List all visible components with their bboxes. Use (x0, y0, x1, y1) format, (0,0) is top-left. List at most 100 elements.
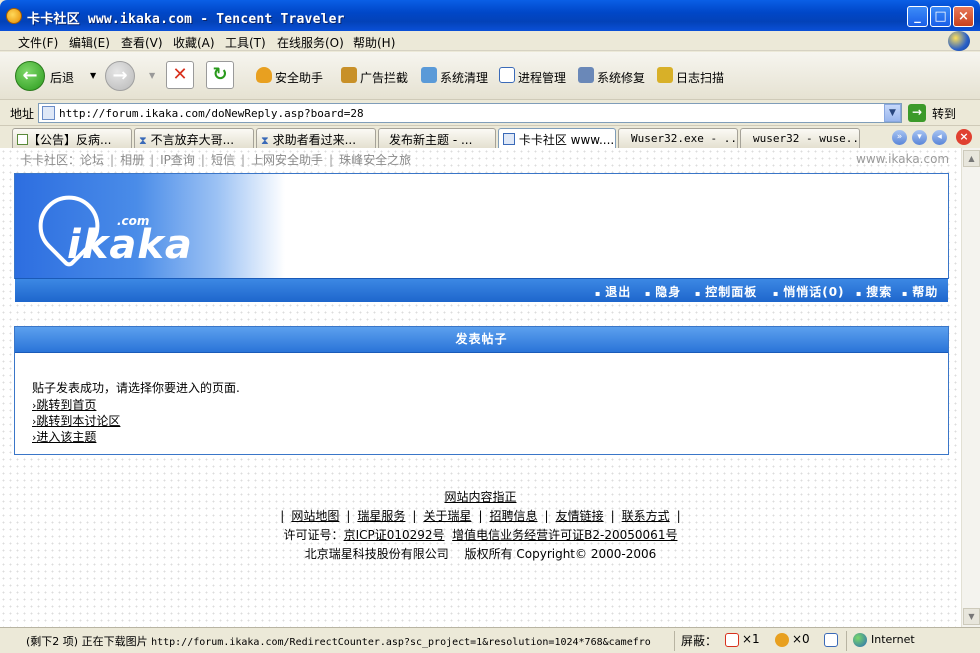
link-topic[interactable]: 进入该主题 (32, 428, 96, 445)
tab-pin-icon[interactable]: ◂ (932, 130, 947, 145)
stop-icon[interactable]: ✕ (166, 61, 194, 89)
tab-wuser32[interactable]: wuser32 - wuse... (740, 128, 860, 148)
ad-block-count: ×0 (792, 632, 810, 646)
maximize-button[interactable]: □ (930, 6, 951, 27)
tab-scroll-icon[interactable]: » (892, 130, 907, 145)
footer-content-feedback[interactable]: 网站内容指正 (444, 490, 516, 504)
address-input[interactable]: http://forum.ikaka.com/doNewReply.asp?bo… (38, 103, 902, 123)
tab-wuser32-exe[interactable]: Wuser32.exe - ... (618, 128, 738, 148)
system-clean-icon (421, 67, 437, 83)
link-home[interactable]: 跳转到首页 (32, 396, 96, 413)
topnav-security-assistant[interactable]: 上网安全助手 (251, 153, 323, 167)
topnav-forum[interactable]: 卡卡社区：论坛 (20, 153, 104, 167)
success-message: 贴子发表成功，请选择你要进入的页面. (32, 381, 240, 395)
popup-block-icon[interactable] (725, 633, 739, 647)
vertical-scrollbar[interactable]: ▲ ▼ (961, 148, 980, 627)
divider: | (200, 153, 205, 167)
log-scan-button[interactable]: 日志扫描 (676, 69, 724, 86)
system-clean-button[interactable]: 系统清理 (440, 69, 488, 86)
topnav-album[interactable]: 相册 (120, 153, 144, 167)
topnav-everest-tour[interactable]: 珠峰安全之旅 (339, 153, 411, 167)
tab-never-give-up[interactable]: ⧗ 不言放弃大哥... (134, 128, 254, 148)
ad-block-status-icon[interactable] (775, 633, 789, 647)
logo-suffix: .com (117, 214, 150, 228)
footer-about[interactable]: 关于瑞星 (423, 509, 471, 523)
back-button-label[interactable]: 后退 (50, 69, 74, 86)
forward-dropdown-icon[interactable]: ▼ (149, 71, 155, 80)
browser-logo-icon (948, 31, 970, 51)
go-arrow-icon[interactable]: → (908, 104, 926, 122)
close-tab-icon[interactable]: × (956, 129, 972, 145)
tab-announcement[interactable]: 【公告】反病... (12, 128, 132, 148)
minimize-button[interactable]: _ (907, 6, 928, 27)
back-arrow-icon[interactable]: ← (15, 61, 45, 91)
menu-file[interactable]: 文件(F) (18, 34, 58, 51)
forum-nav-bar: 退出 隐身 控制面板 悄悄话(0) 搜索 帮助 (15, 278, 948, 302)
divider: | (240, 153, 246, 167)
toolbar: ← 后退 ▼ → ▼ ✕ ↻ 安全助手 广告拦截 系统清理 进程管理 系统修复 … (0, 52, 980, 100)
footer-rising-service[interactable]: 瑞星服务 (357, 509, 405, 523)
nav-private-messages[interactable]: 悄悄话(0) (773, 283, 845, 300)
go-button[interactable]: 转到 (932, 105, 956, 122)
ad-block-button[interactable]: 广告拦截 (360, 69, 408, 86)
status-bar: (剩下2 项) 正在下载图片 http://forum.ikaka.com/Re… (0, 627, 980, 653)
system-repair-button[interactable]: 系统修复 (597, 69, 645, 86)
tab-new-topic[interactable]: 发布新主题 - ... (378, 128, 496, 148)
status-text: (剩下2 项) 正在下载图片 (26, 635, 148, 648)
divider (674, 631, 675, 651)
menu-favorites[interactable]: 收藏(A) (173, 34, 215, 51)
footer-contact[interactable]: 联系方式 (622, 509, 670, 523)
ad-status-icon[interactable] (824, 633, 838, 647)
site-url[interactable]: www.ikaka.com (856, 152, 949, 166)
nav-control-panel[interactable]: 控制面板 (695, 283, 757, 300)
divider: | (280, 509, 285, 523)
footer-friend-links[interactable]: 友情链接 (556, 509, 604, 523)
tab-list-icon[interactable]: ▾ (912, 130, 927, 145)
shield-icon (256, 67, 272, 83)
status-message: (剩下2 项) 正在下载图片 http://forum.ikaka.com/Re… (26, 633, 672, 649)
block-label: 屏蔽： (681, 634, 718, 648)
security-assistant-button[interactable]: 安全助手 (275, 69, 323, 86)
address-dropdown-icon[interactable]: ▼ (884, 104, 901, 122)
icp-license-link[interactable]: 京ICP证010292号 (344, 528, 445, 542)
process-manager-icon (499, 67, 515, 83)
scroll-down-icon[interactable]: ▼ (963, 608, 980, 625)
license-label: 许可证号： (283, 528, 344, 542)
scroll-up-icon[interactable]: ▲ (963, 150, 980, 167)
page-icon (42, 106, 55, 120)
back-dropdown-icon[interactable]: ▼ (90, 71, 96, 80)
tab-label: 发布新主题 - ... (389, 133, 473, 147)
menu-edit[interactable]: 编辑(E) (69, 34, 110, 51)
process-manager-button[interactable]: 进程管理 (518, 69, 566, 86)
link-forum-board[interactable]: 跳转到本讨论区 (32, 412, 120, 429)
tab-label: wuser32 - wuse... (753, 132, 860, 145)
tab-label: 【公告】反病... (28, 133, 112, 147)
nav-help[interactable]: 帮助 (902, 283, 938, 300)
footer-sitemap[interactable]: 网站地图 (291, 509, 339, 523)
hourglass-icon: ⧗ (139, 134, 147, 147)
topnav-ip-lookup[interactable]: IP查询 (160, 153, 195, 167)
refresh-icon[interactable]: ↻ (206, 61, 234, 89)
divider: | (544, 509, 549, 523)
menu-view[interactable]: 查看(V) (121, 34, 163, 51)
tab-label: Wuser32.exe - ... (631, 132, 738, 145)
tab-label: 不言放弃大哥... (150, 133, 235, 147)
forward-arrow-icon[interactable]: → (105, 61, 135, 91)
ikaka-logo[interactable]: ikaka .com (15, 174, 285, 278)
menu-online-service[interactable]: 在线服务(O) (277, 34, 344, 51)
tab-kaka-community[interactable]: 卡卡社区 www.... (498, 128, 616, 148)
footer-jobs[interactable]: 招聘信息 (490, 509, 538, 523)
menu-help[interactable]: 帮助(H) (353, 34, 395, 51)
page-icon (17, 134, 28, 145)
topnav-sms[interactable]: 短信 (211, 153, 235, 167)
address-url[interactable]: http://forum.ikaka.com/doNewReply.asp?bo… (59, 107, 364, 120)
nav-invisible[interactable]: 隐身 (645, 283, 681, 300)
menu-tools[interactable]: 工具(T) (225, 34, 266, 51)
close-button[interactable]: × (953, 6, 974, 27)
ad-block-icon (341, 67, 357, 83)
tab-help-seekers[interactable]: ⧗ 求助者看过来... (256, 128, 376, 148)
page-content: 卡卡社区：论坛 | 相册 | IP查询 | 短信 | 上网安全助手 | 珠峰安全之旅 www.ika… (0, 148, 961, 627)
nav-search[interactable]: 搜索 (856, 283, 892, 300)
telecom-license-link[interactable]: 增值电信业务经营许可证B2-20050061号 (452, 528, 677, 542)
nav-logout[interactable]: 退出 (595, 283, 631, 300)
